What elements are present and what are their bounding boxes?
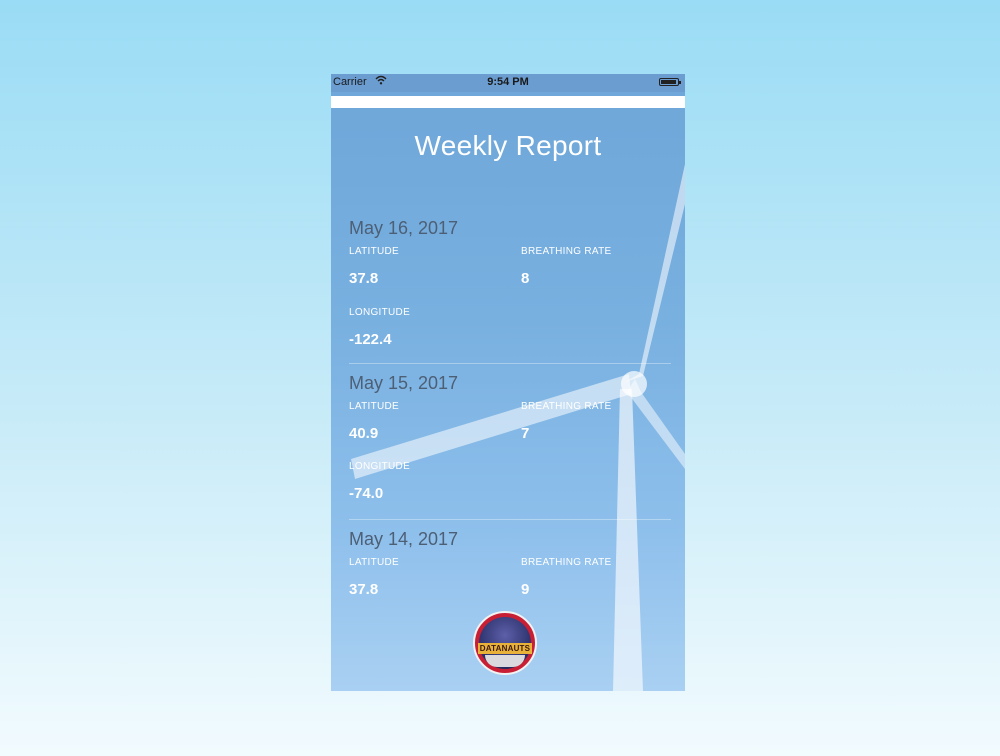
- datanauts-logo[interactable]: DATANAUTS: [473, 611, 537, 675]
- longitude-label: LONGITUDE: [349, 461, 411, 472]
- battery-icon: [659, 78, 681, 86]
- entry-date: May 15, 2017: [349, 373, 459, 393]
- status-bar: Carrier 9:54 PM: [331, 74, 685, 92]
- entry-date: May 14, 2017: [349, 529, 459, 549]
- latitude-label: LATITUDE: [349, 557, 399, 568]
- longitude-value: -122.4: [349, 331, 392, 348]
- breathing-rate-label: BREATHING RATE: [521, 246, 612, 257]
- entry-date: May 16, 2017: [349, 218, 459, 238]
- entry-divider: [349, 363, 671, 364]
- phone-screen: Carrier 9:54 PM Weekly Report May 16, 20…: [331, 74, 685, 691]
- status-time: 9:54 PM: [487, 76, 529, 88]
- latitude-value: 37.8: [349, 581, 379, 598]
- entry-divider: [349, 519, 671, 520]
- longitude-label: LONGITUDE: [349, 307, 411, 318]
- breathing-rate-label: BREATHING RATE: [521, 557, 612, 568]
- breathing-rate-label: BREATHING RATE: [521, 401, 612, 412]
- latitude-label: LATITUDE: [349, 401, 399, 412]
- breathing-rate-value: 9: [521, 581, 530, 598]
- latitude-value: 37.8: [349, 270, 379, 287]
- nav-bar: [331, 96, 685, 108]
- latitude-value: 40.9: [349, 425, 379, 442]
- breathing-rate-value: 7: [521, 425, 530, 442]
- latitude-label: LATITUDE: [349, 246, 399, 257]
- breathing-rate-value: 8: [521, 270, 530, 287]
- logo-base: [485, 655, 525, 667]
- longitude-value: -74.0: [349, 485, 384, 502]
- page-title: Weekly Report: [414, 130, 602, 161]
- logo-text: DATANAUTS: [478, 643, 532, 654]
